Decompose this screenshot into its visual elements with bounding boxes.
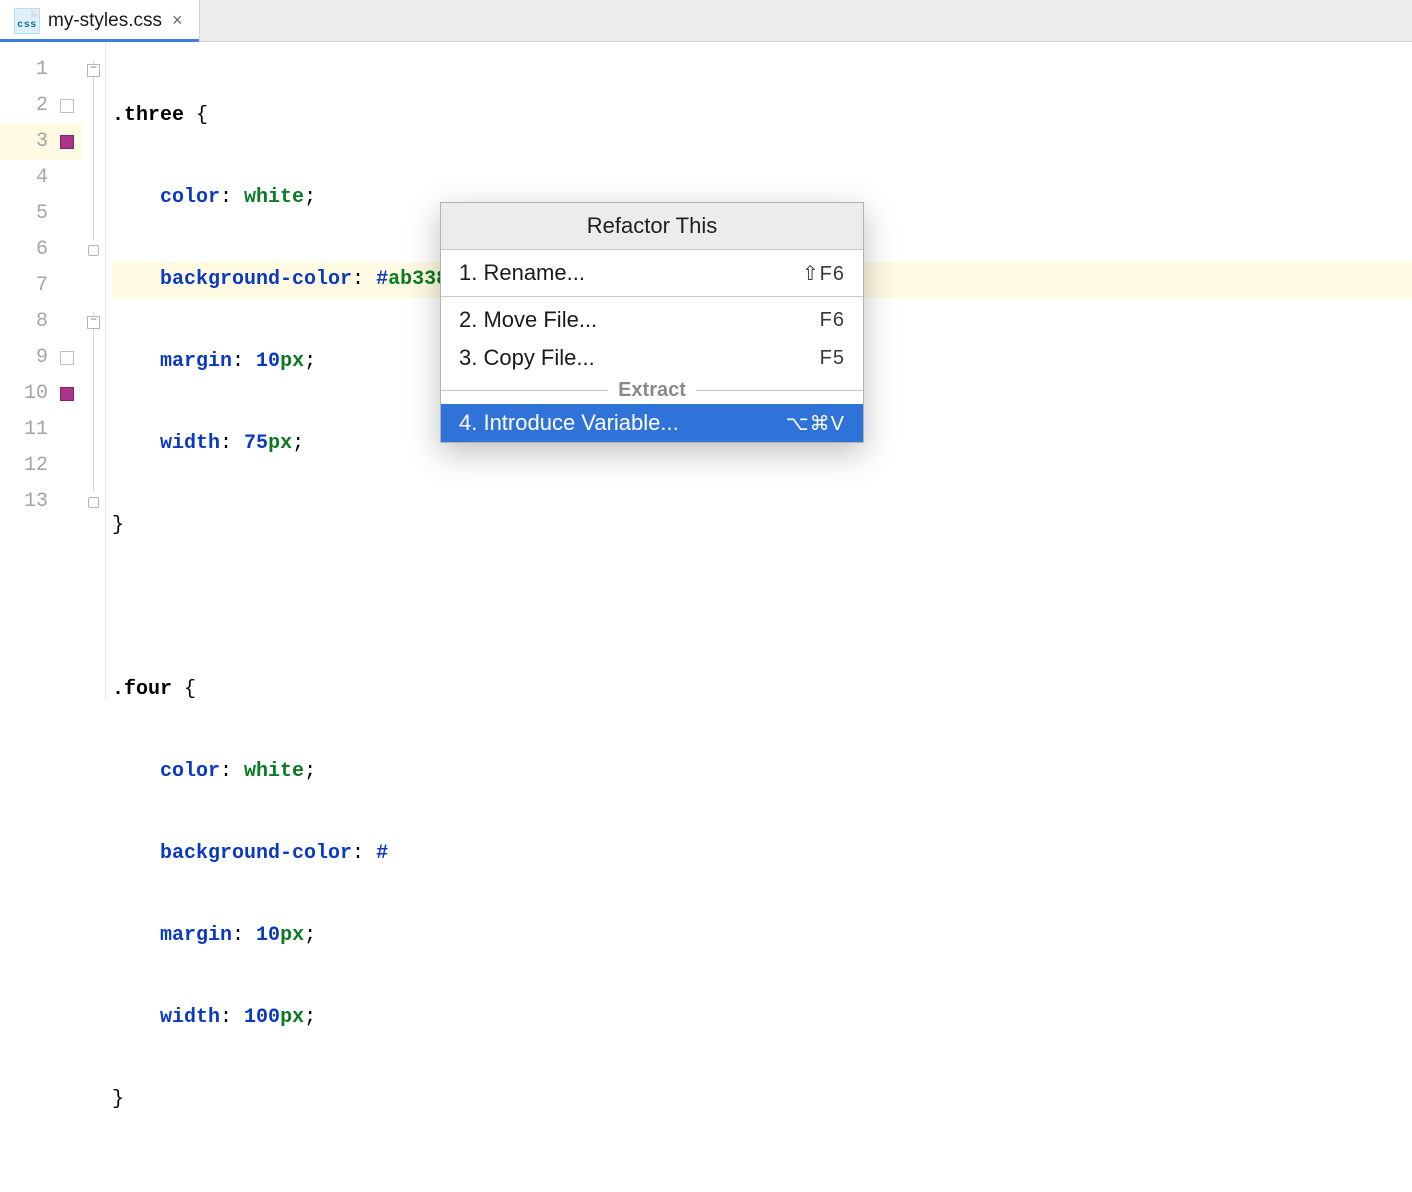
popup-item-shortcut: ⌥⌘V <box>786 411 845 436</box>
popup-section-label: Extract <box>618 379 686 402</box>
popup-item-shortcut: F5 <box>820 347 845 370</box>
popup-item-label: 2. Move File... <box>459 307 597 333</box>
gutter-line-number: 1 <box>24 52 48 88</box>
editor-tab[interactable]: css my-styles.css × <box>0 0 200 41</box>
tab-close-icon[interactable]: × <box>170 10 185 31</box>
popup-item-shortcut: ⇧F6 <box>802 261 845 286</box>
gutter-line-number: 7 <box>24 268 48 304</box>
css-file-icon-text: css <box>17 20 37 33</box>
fold-end-icon <box>88 497 99 508</box>
css-file-icon: css <box>14 8 40 34</box>
code-line: .three { <box>112 98 1412 134</box>
fold-toggle-icon[interactable] <box>87 64 100 77</box>
gutter-line-number: 5 <box>24 196 48 232</box>
separator <box>441 296 863 297</box>
popup-item-shortcut: F6 <box>820 309 845 332</box>
code-line: background-color: # <box>112 836 1412 872</box>
code-line: } <box>112 508 1412 544</box>
code-line: margin: 10px; <box>112 918 1412 954</box>
code-line: .four { <box>112 672 1412 708</box>
gutter: 1 2 3 4 5 6 7 8 9 10 11 12 13 <box>0 42 82 700</box>
color-swatch-icon[interactable] <box>60 351 74 365</box>
tab-bar: css my-styles.css × <box>0 0 1412 42</box>
gutter-line-number: 2 <box>24 88 48 124</box>
gutter-line-number: 3 <box>24 124 48 160</box>
gutter-line-number: 12 <box>24 448 48 484</box>
code-line: } <box>112 1082 1412 1118</box>
gutter-line-number: 13 <box>24 484 48 520</box>
editor: 1 2 3 4 5 6 7 8 9 10 11 12 13 .three { c… <box>0 42 1412 700</box>
popup-title: Refactor This <box>441 203 863 250</box>
gutter-line-number: 9 <box>24 340 48 376</box>
gutter-line-number: 10 <box>24 376 48 412</box>
popup-item-label: 3. Copy File... <box>459 345 595 371</box>
gutter-line-number: 6 <box>24 232 48 268</box>
popup-item-label: 4. Introduce Variable... <box>459 410 679 436</box>
fold-strip <box>82 42 106 700</box>
popup-section-separator: Extract <box>441 377 863 404</box>
color-swatch-icon[interactable] <box>60 135 74 149</box>
tab-filename: my-styles.css <box>48 10 162 32</box>
popup-item-move-file[interactable]: 2. Move File... F6 <box>441 301 863 339</box>
popup-item-introduce-variable[interactable]: 4. Introduce Variable... ⌥⌘V <box>441 404 863 442</box>
color-swatch-icon[interactable] <box>60 99 74 113</box>
gutter-line-number: 4 <box>24 160 48 196</box>
refactor-popup: Refactor This 1. Rename... ⇧F6 2. Move F… <box>440 202 864 443</box>
code-line <box>112 590 1412 626</box>
code-line: color: white; <box>112 754 1412 790</box>
popup-item-copy-file[interactable]: 3. Copy File... F5 <box>441 339 863 377</box>
popup-item-label: 1. Rename... <box>459 260 585 286</box>
popup-item-rename[interactable]: 1. Rename... ⇧F6 <box>441 250 863 292</box>
gutter-line-number: 11 <box>24 412 48 448</box>
code-line: width: 100px; <box>112 1000 1412 1036</box>
color-swatch-icon[interactable] <box>60 387 74 401</box>
fold-toggle-icon[interactable] <box>87 316 100 329</box>
fold-end-icon <box>88 245 99 256</box>
gutter-line-number: 8 <box>24 304 48 340</box>
